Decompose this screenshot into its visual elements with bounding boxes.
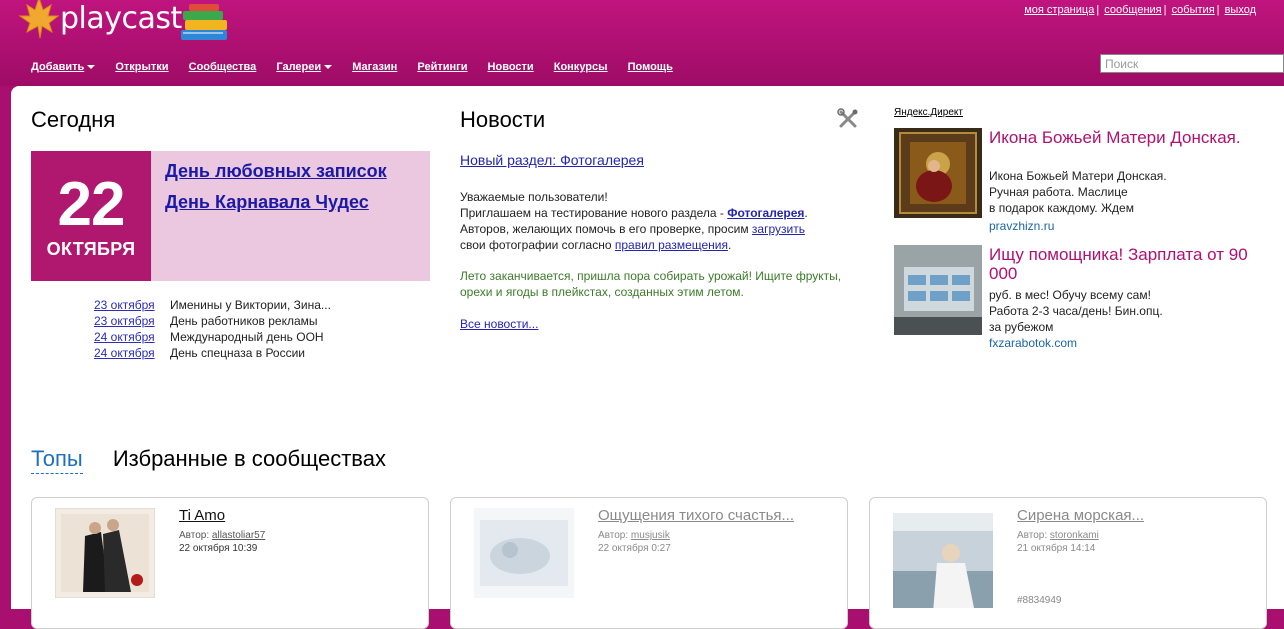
author-link[interactable]: storonkami xyxy=(1050,530,1099,541)
card-title[interactable]: Ощущения тихого счастья... xyxy=(598,507,794,524)
today-events: День любовных записок День Карнавала Чуд… xyxy=(165,161,387,223)
user-links: моя страница | сообщения | события | выход xyxy=(1024,4,1256,16)
rules-link[interactable]: правил размещения xyxy=(615,238,728,252)
upload-link[interactable]: загрузить xyxy=(752,222,805,236)
list-item: 23 октября Именины у Виктории, Зина... xyxy=(94,297,331,313)
ad-desc: Икона Божьей Матери Донская. Ручная рабо… xyxy=(989,169,1167,215)
news-text: Авторов, желающих помочь в его проверке,… xyxy=(460,222,805,236)
nav-news[interactable]: Новости xyxy=(488,61,534,73)
search-input[interactable]: Поиск xyxy=(1100,54,1284,73)
logout-link[interactable]: выход xyxy=(1225,4,1256,16)
nav-cards[interactable]: Открытки xyxy=(115,61,168,73)
main-content: Сегодня 22 ОКТЯБРЯ День любовных записок… xyxy=(11,86,1284,629)
list-item: 24 октября День спецназа в России xyxy=(94,345,331,361)
site-header: playcast моя страница | сообщения | событи… xyxy=(0,0,1284,86)
upcoming-date-link[interactable]: 24 октября xyxy=(94,345,170,361)
card-author: Автор: storonkami xyxy=(1017,530,1099,541)
news-text: Уважаемые пользователи! xyxy=(460,190,608,204)
news-heading: Новости xyxy=(460,107,546,132)
date-month: ОКТЯБРЯ xyxy=(46,239,136,259)
upcoming-date-link[interactable]: 23 октября xyxy=(94,297,170,313)
card-thumbnail xyxy=(893,513,993,608)
ad-icon-image xyxy=(894,128,982,218)
card-id: #8834949 xyxy=(1017,595,1062,606)
nav-shop[interactable]: Магазин xyxy=(352,61,397,73)
books-icon xyxy=(181,4,227,40)
playcast-card[interactable]: Ti Amo Автор: allastoliar57 22 октября 1… xyxy=(31,497,429,629)
nav-communities[interactable]: Сообщества xyxy=(189,61,257,73)
upcoming-text: День работников рекламы xyxy=(170,314,318,328)
today-date-box: 22 ОКТЯБРЯ День любовных записок День Ка… xyxy=(31,151,430,281)
date-day: 22 xyxy=(57,170,126,239)
ad-money-image xyxy=(894,245,982,335)
gallery-link[interactable]: Фотогалерея xyxy=(727,206,804,220)
date-badge: 22 ОКТЯБРЯ xyxy=(31,151,151,281)
upcoming-date-link[interactable]: 23 октября xyxy=(94,313,170,329)
today-heading: Сегодня xyxy=(31,107,116,132)
main-nav: Добавить Открытки Сообщества Галереи Маг… xyxy=(31,61,690,73)
nav-galleries[interactable]: Галереи xyxy=(276,61,333,73)
all-news-link[interactable]: Все новости... xyxy=(460,317,538,331)
tab-tops[interactable]: Топы xyxy=(31,446,83,474)
card-author: Автор: musjusik xyxy=(598,530,670,541)
card-thumbnail xyxy=(55,508,155,598)
nav-contests[interactable]: Конкурсы xyxy=(554,61,608,73)
nav-add[interactable]: Добавить xyxy=(31,61,96,73)
upcoming-list: 23 октября Именины у Виктории, Зина... 23… xyxy=(94,297,331,361)
author-link[interactable]: allastoliar57 xyxy=(212,530,265,541)
upcoming-text: День спецназа в России xyxy=(170,346,305,360)
card-date: 21 октября 14:14 xyxy=(1017,543,1096,554)
card-thumbnail xyxy=(474,508,574,598)
tools-icon[interactable] xyxy=(837,108,859,130)
news-text: свои фотографии согласно правил размещен… xyxy=(460,238,732,252)
news-lead-link[interactable]: Новый раздел: Фотогалерея xyxy=(460,152,644,168)
section-tabs: Топы Избранные в сообществах xyxy=(31,446,386,474)
maple-leaf-icon xyxy=(18,0,60,39)
author-link[interactable]: musjusik xyxy=(631,530,670,541)
today-event-link[interactable]: День Карнавала Чудес xyxy=(165,192,387,213)
ad-title[interactable]: Икона Божьей Матери Донская. xyxy=(989,128,1269,147)
news-text: Приглашаем на тестирование нового раздел… xyxy=(460,206,808,220)
ad-desc: руб. в мес! Обучу всему сам! Работа 2-3 … xyxy=(989,288,1163,334)
ad-url[interactable]: pravzhizn.ru xyxy=(989,219,1054,233)
chevron-down-icon xyxy=(324,65,333,70)
upcoming-date-link[interactable]: 24 октября xyxy=(94,329,170,345)
yandex-direct-label[interactable]: Яндекс.Директ xyxy=(894,107,963,118)
card-title[interactable]: Сирена морская... xyxy=(1017,507,1144,524)
card-title[interactable]: Ti Amo xyxy=(179,507,225,524)
list-item: 24 октября Международный день ООН xyxy=(94,329,331,345)
site-logo[interactable]: playcast xyxy=(10,0,240,48)
today-event-link[interactable]: День любовных записок xyxy=(165,161,387,182)
nav-help[interactable]: Помощь xyxy=(628,61,673,73)
tab-community-favorites[interactable]: Избранные в сообществах xyxy=(113,446,386,472)
my-page-link[interactable]: моя страница xyxy=(1024,4,1094,16)
card-date: 22 октября 10:39 xyxy=(179,543,258,554)
nav-ratings[interactable]: Рейтинги xyxy=(417,61,467,73)
events-link[interactable]: события xyxy=(1172,4,1215,16)
news-summer-text: Лето заканчивается, пришла пора собирать… xyxy=(460,269,842,299)
ad-url[interactable]: fxzarabotok.com xyxy=(989,336,1077,350)
upcoming-text: Именины у Виктории, Зина... xyxy=(170,298,331,312)
ad-title[interactable]: Ищу помощника! Зарплата от 90 000 xyxy=(989,245,1269,283)
playcast-card[interactable]: Сирена морская... Автор: storonkami 21 о… xyxy=(869,497,1267,629)
upcoming-text: Международный день ООН xyxy=(170,330,324,344)
card-author: Автор: allastoliar57 xyxy=(179,530,266,541)
brand-wordmark: playcast xyxy=(60,1,182,36)
news-body: Уважаемые пользователи! Приглашаем на те… xyxy=(460,189,850,253)
playcast-card[interactable]: Ощущения тихого счастья... Автор: musjus… xyxy=(450,497,848,629)
messages-link[interactable]: сообщения xyxy=(1104,4,1161,16)
card-date: 22 октября 0:27 xyxy=(598,543,671,554)
chevron-down-icon xyxy=(87,65,96,70)
list-item: 23 октября День работников рекламы xyxy=(94,313,331,329)
